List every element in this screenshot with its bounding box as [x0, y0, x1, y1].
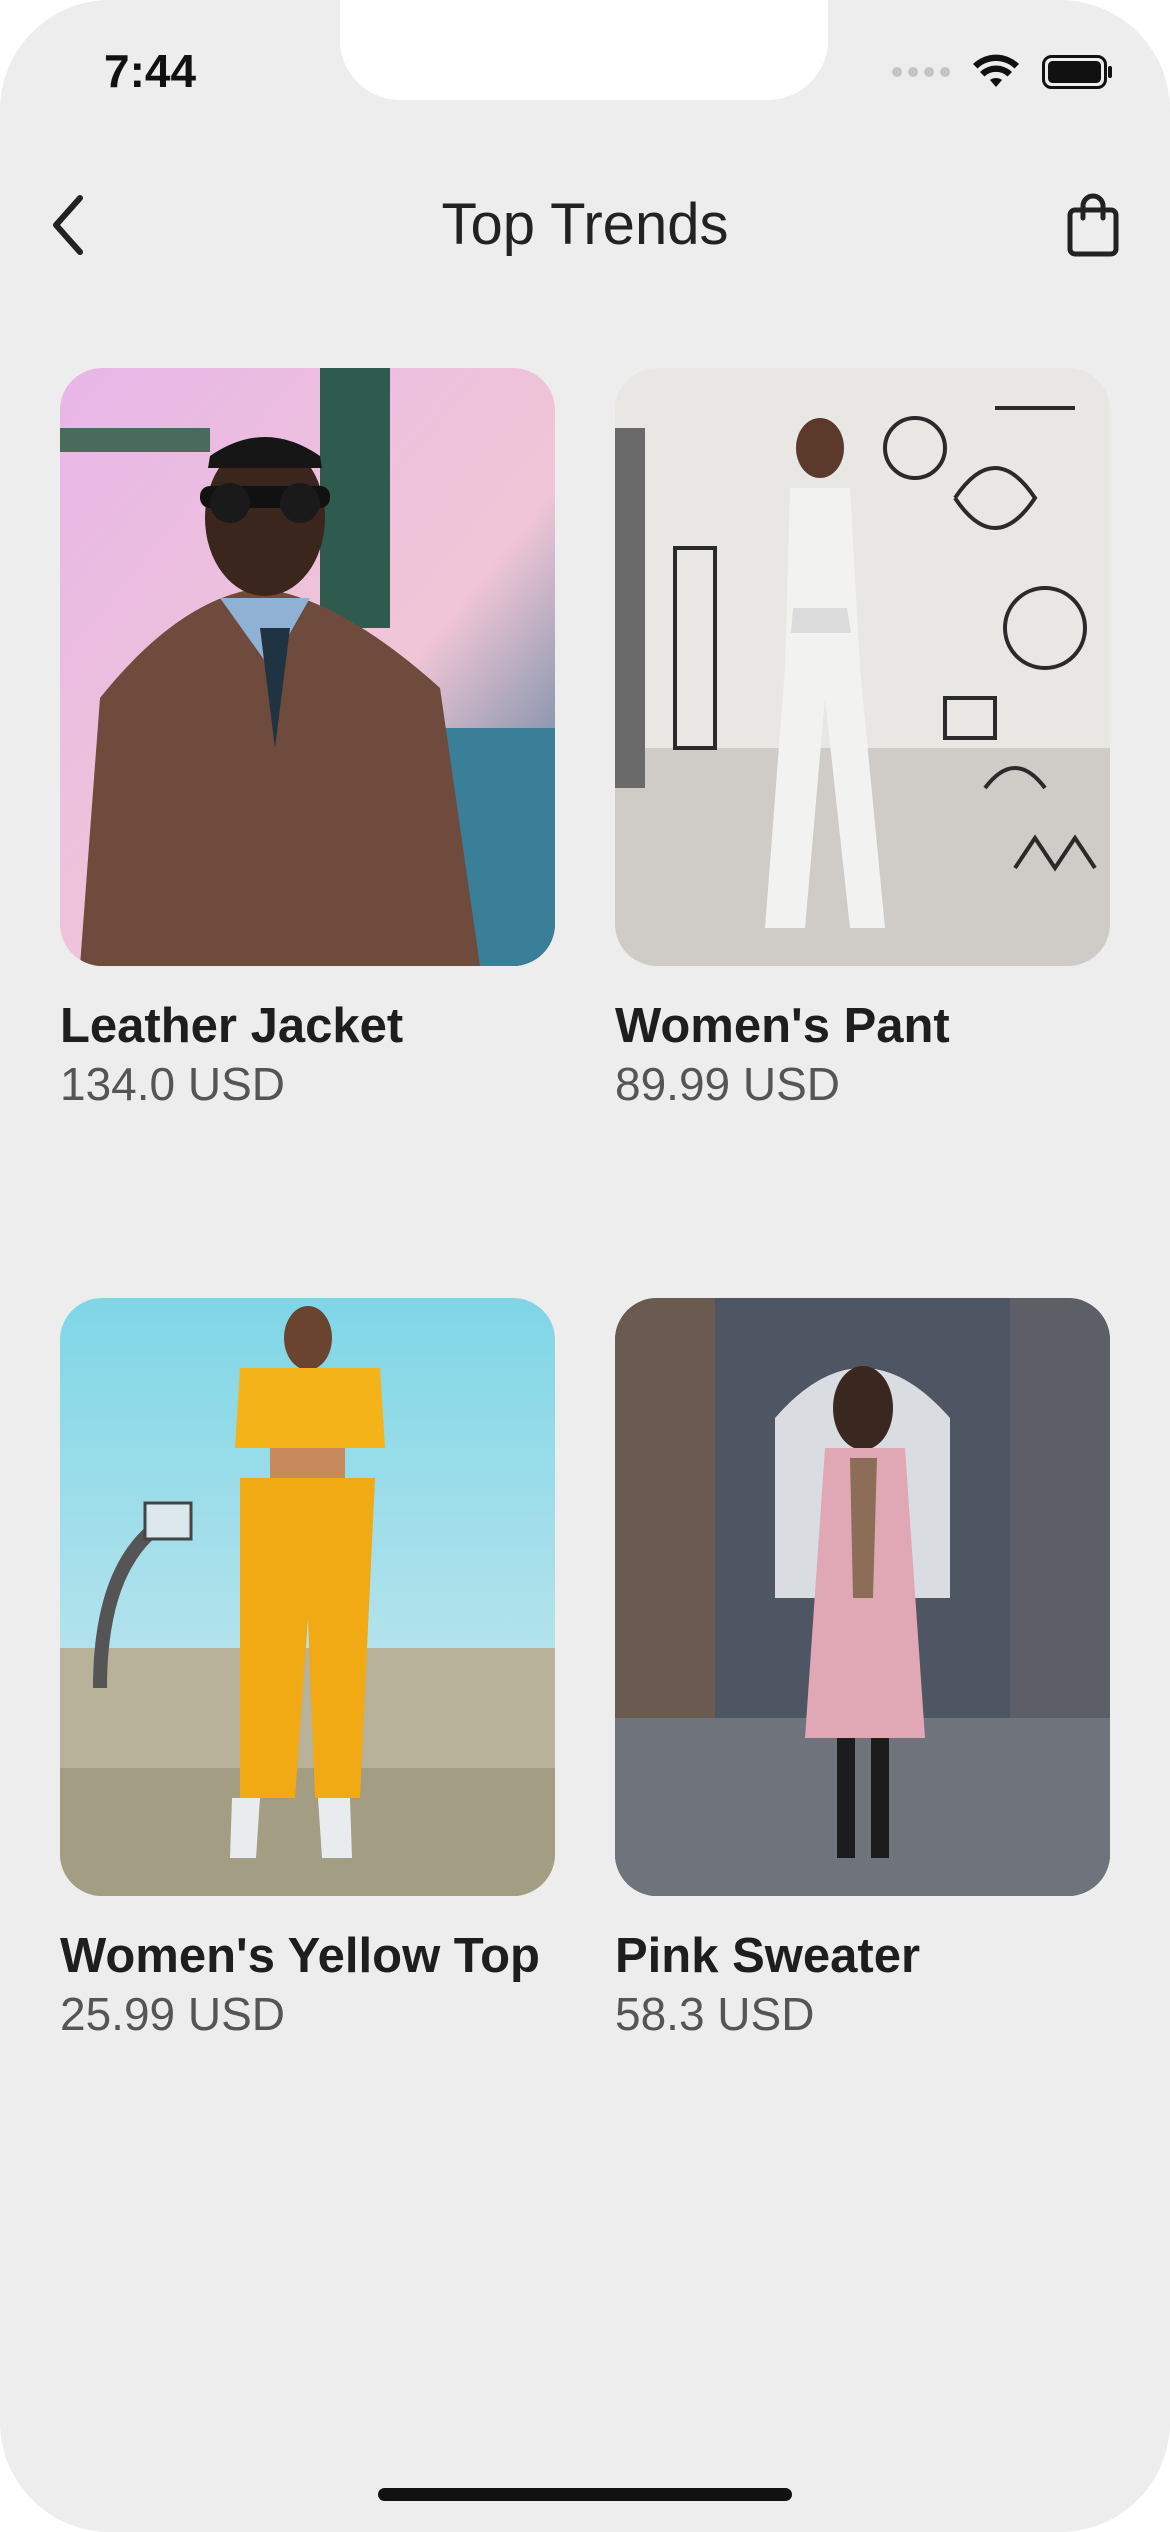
product-card-womens-pant[interactable]: Women's Pant 89.99 USD: [615, 368, 1110, 1112]
product-image[interactable]: [615, 1298, 1110, 1896]
product-name: Pink Sweater: [615, 1929, 921, 1983]
product-price: 58.3 USD: [615, 1988, 815, 2040]
product-card-pink-sweater[interactable]: Pink Sweater 58.3 USD: [615, 1298, 1110, 2042]
status-icons: [892, 54, 1114, 90]
page-title: Top Trends: [441, 192, 729, 257]
battery-icon: [1042, 55, 1112, 89]
product-price: 134.0 USD: [60, 1058, 286, 1110]
wifi-icon: [973, 54, 1019, 87]
home-indicator[interactable]: [378, 2488, 792, 2501]
app-screen: 7:44 Top Trends Leather Jacket 134.0 USD…: [0, 0, 1170, 2532]
product-name: Women's Yellow Top: [60, 1929, 540, 1983]
product-image[interactable]: [60, 368, 555, 966]
shopping-bag-icon[interactable]: [1058, 190, 1128, 260]
product-card-womens-yellow-top[interactable]: Women's Yellow Top 25.99 USD: [60, 1298, 555, 2042]
product-image[interactable]: [60, 1298, 555, 1896]
product-price: 89.99 USD: [615, 1058, 841, 1110]
product-card-leather-jacket[interactable]: Leather Jacket 134.0 USD: [60, 368, 555, 1112]
status-time: 7:44: [104, 45, 197, 97]
product-name: Women's Pant: [615, 999, 950, 1053]
product-image[interactable]: [615, 368, 1110, 966]
device-notch: [340, 0, 828, 100]
product-name: Leather Jacket: [60, 999, 404, 1053]
product-price: 25.99 USD: [60, 1988, 286, 2040]
signal-icon: [892, 67, 950, 77]
